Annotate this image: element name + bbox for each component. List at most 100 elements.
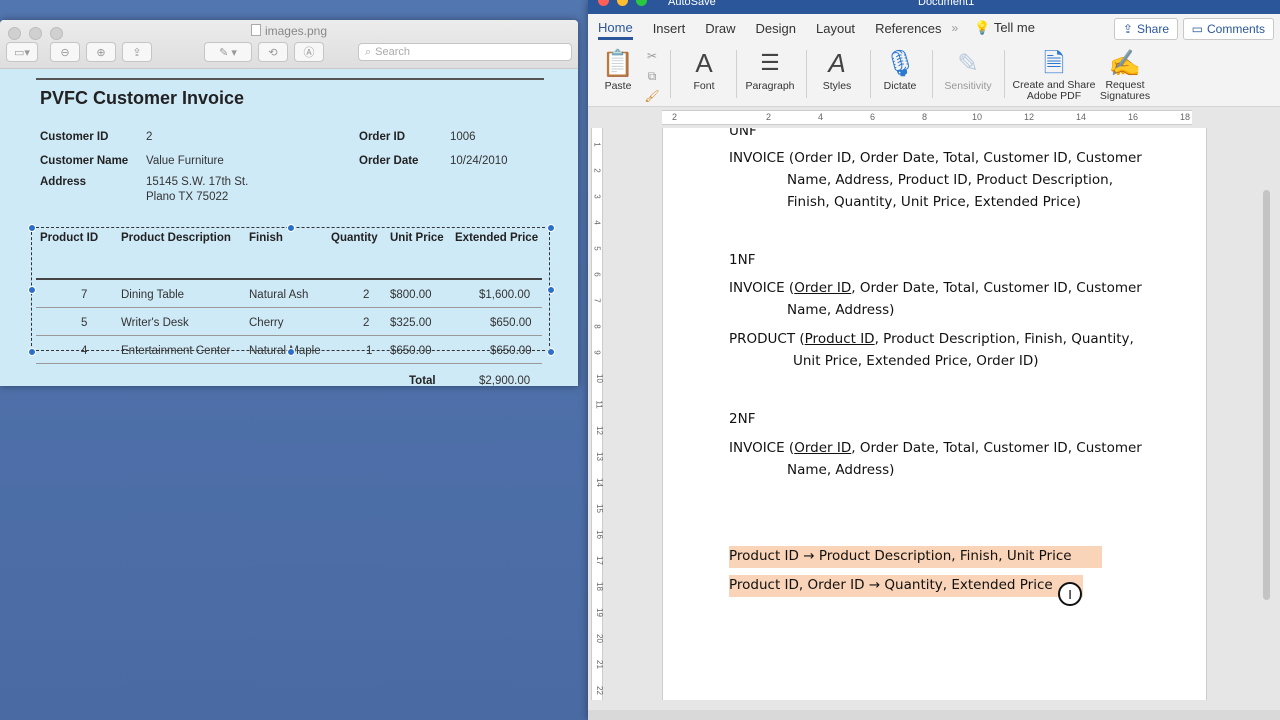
functional-dependency-1[interactable]: Product ID → Product Description, Finish… <box>729 545 1102 568</box>
font-icon: A <box>695 47 713 78</box>
heading-1nf: 1NF <box>729 252 756 268</box>
markup-pen-button[interactable]: ✎ ▾ <box>204 42 252 62</box>
customer-name-value: Value Furniture <box>146 155 224 167</box>
selection-rectangle[interactable] <box>31 227 550 351</box>
format-painter-icon[interactable]: 🖌 <box>644 86 660 106</box>
minimize-button[interactable] <box>617 0 628 6</box>
clipboard-tools: ✂ ⧉ 🖌 <box>644 46 660 106</box>
preview-toolbar: ▭▾ ⊖ ⊕ ⇪ ✎ ▾ ⟲ Ⓐ ⌕ Search <box>6 42 572 62</box>
ruler-track: 2 2 4 6 8 10 12 14 16 18 <box>662 110 1192 125</box>
status-bar <box>588 710 1280 720</box>
divider <box>870 50 871 98</box>
ribbon-tabs: Home Insert Draw Design Layout Reference… <box>588 14 1280 42</box>
divider <box>36 363 542 364</box>
tab-draw[interactable]: Draw <box>705 17 735 40</box>
ruler-track: 1 2 3 4 5 6 7 8 9 10 11 12 13 14 15 16 1… <box>591 128 604 700</box>
customer-id-value: 2 <box>146 131 153 143</box>
autosave-toggle[interactable]: AutoSave <box>668 0 716 8</box>
text-cursor-icon: I <box>1058 582 1082 606</box>
functional-dependency-2[interactable]: Product ID, Order ID → Quantity, Extende… <box>729 574 1083 597</box>
preview-titlebar: images.png ▭▾ ⊖ ⊕ ⇪ ✎ ▾ ⟲ Ⓐ ⌕ Search <box>0 20 578 69</box>
selection-handle[interactable] <box>547 224 555 232</box>
order-id-value: 1006 <box>450 131 476 143</box>
paragraph-1nf-invoice: INVOICE (Order ID, Order Date, Total, Cu… <box>729 280 1142 318</box>
sensitivity-button[interactable]: ✎ Sensitivity <box>940 46 996 93</box>
cut-icon[interactable]: ✂ <box>644 46 660 66</box>
divider <box>932 50 933 98</box>
zoom-button[interactable] <box>636 0 647 6</box>
copy-icon[interactable]: ⧉ <box>644 66 660 86</box>
tab-layout[interactable]: Layout <box>816 17 855 40</box>
request-signatures-button[interactable]: ✍ Request Signatures <box>1098 46 1152 102</box>
share-icon: ⇪ <box>1122 22 1133 36</box>
close-button[interactable] <box>598 0 609 6</box>
address-label: Address <box>40 176 87 188</box>
signature-icon: ✍ <box>1108 47 1142 78</box>
heading-2nf: 2NF <box>729 411 756 427</box>
share-button[interactable]: ⇪ Share <box>1113 18 1178 40</box>
search-icon: ⌕ <box>365 45 372 58</box>
zoom-out-button[interactable]: ⊖ <box>50 42 80 62</box>
more-tabs-icon[interactable]: » <box>952 21 959 35</box>
order-id-label: Order ID <box>359 131 406 143</box>
pdf-share-icon: 🗎 <box>1043 47 1065 78</box>
customer-id-label: Customer ID <box>40 131 109 143</box>
paragraph-1nf-product: PRODUCT (Product ID, Product Description… <box>729 331 1134 369</box>
document-title: Document1 <box>918 0 975 8</box>
word-titlebar: AutoSave Document1 <box>588 0 1280 14</box>
invoice-title: PVFC Customer Invoice <box>40 88 245 108</box>
comments-button[interactable]: ▭ Comments <box>1182 18 1274 40</box>
selection-handle[interactable] <box>28 286 36 294</box>
total-label: Total <box>409 375 436 386</box>
selection-handle[interactable] <box>287 348 295 356</box>
selection-handle[interactable] <box>547 348 555 356</box>
create-adobe-pdf-button[interactable]: 🗎 Create and Share Adobe PDF <box>1012 46 1096 102</box>
zoom-in-button[interactable]: ⊕ <box>86 42 116 62</box>
heading-unf: UNF <box>729 128 757 139</box>
tab-insert[interactable]: Insert <box>653 17 686 40</box>
order-date-value: 10/24/2010 <box>450 155 508 167</box>
paragraph-icon: ☰ <box>760 50 780 75</box>
vertical-scrollbar[interactable] <box>1263 190 1270 600</box>
rotate-button[interactable]: ⟲ <box>258 42 288 62</box>
paragraph-unf-invoice: INVOICE (Order ID, Order Date, Total, Cu… <box>729 150 1142 210</box>
divider <box>1004 50 1005 98</box>
horizontal-ruler[interactable]: 2 2 4 6 8 10 12 14 16 18 <box>588 108 1280 128</box>
divider <box>670 50 671 98</box>
tab-design[interactable]: Design <box>756 17 796 40</box>
customer-name-label: Customer Name <box>40 155 129 167</box>
total-value: $2,900.00 <box>479 375 531 386</box>
tab-home[interactable]: Home <box>598 16 633 40</box>
sensitivity-icon: ✎ <box>957 47 979 78</box>
selection-handle[interactable] <box>547 286 555 294</box>
window-title: images.png <box>0 24 578 38</box>
comment-icon: ▭ <box>1191 22 1203 36</box>
tab-references[interactable]: References <box>875 17 941 40</box>
paste-button[interactable]: 📋 Paste <box>600 46 636 93</box>
word-window: AutoSave Document1 Home Insert Draw Desi… <box>588 0 1280 720</box>
font-button[interactable]: A Font <box>682 46 726 93</box>
lightbulb-icon: 💡 <box>974 20 991 35</box>
image-file-icon <box>250 24 261 36</box>
search-input[interactable]: ⌕ Search <box>358 43 572 61</box>
document-page[interactable]: UNF INVOICE (Order ID, Order Date, Total… <box>662 128 1207 700</box>
clipboard-icon: 📋 <box>601 47 635 78</box>
order-date-label: Order Date <box>359 155 419 167</box>
selection-handle[interactable] <box>28 224 36 232</box>
share-icon[interactable]: ⇪ <box>122 42 152 62</box>
vertical-ruler[interactable]: 1 2 3 4 5 6 7 8 9 10 11 12 13 14 15 16 1… <box>588 128 604 708</box>
annotate-button[interactable]: Ⓐ <box>294 42 324 62</box>
ribbon: 📋 Paste ✂ ⧉ 🖌 A Font ☰ Paragraph A Style… <box>588 42 1280 107</box>
microphone-icon: 🎙 <box>883 47 917 78</box>
window-controls <box>598 0 647 6</box>
sidebar-toggle-button[interactable]: ▭▾ <box>6 42 38 62</box>
tell-me-search[interactable]: 💡 Tell me <box>974 20 1035 36</box>
paragraph-button[interactable]: ☰ Paragraph <box>744 46 796 92</box>
styles-button[interactable]: A Styles <box>814 46 860 93</box>
selection-handle[interactable] <box>287 224 295 232</box>
address-line1: 15145 S.W. 17th St. <box>146 176 249 188</box>
selection-handle[interactable] <box>28 348 36 356</box>
dictate-button[interactable]: 🎙 Dictate <box>878 46 922 93</box>
divider <box>736 50 737 98</box>
divider <box>806 50 807 98</box>
